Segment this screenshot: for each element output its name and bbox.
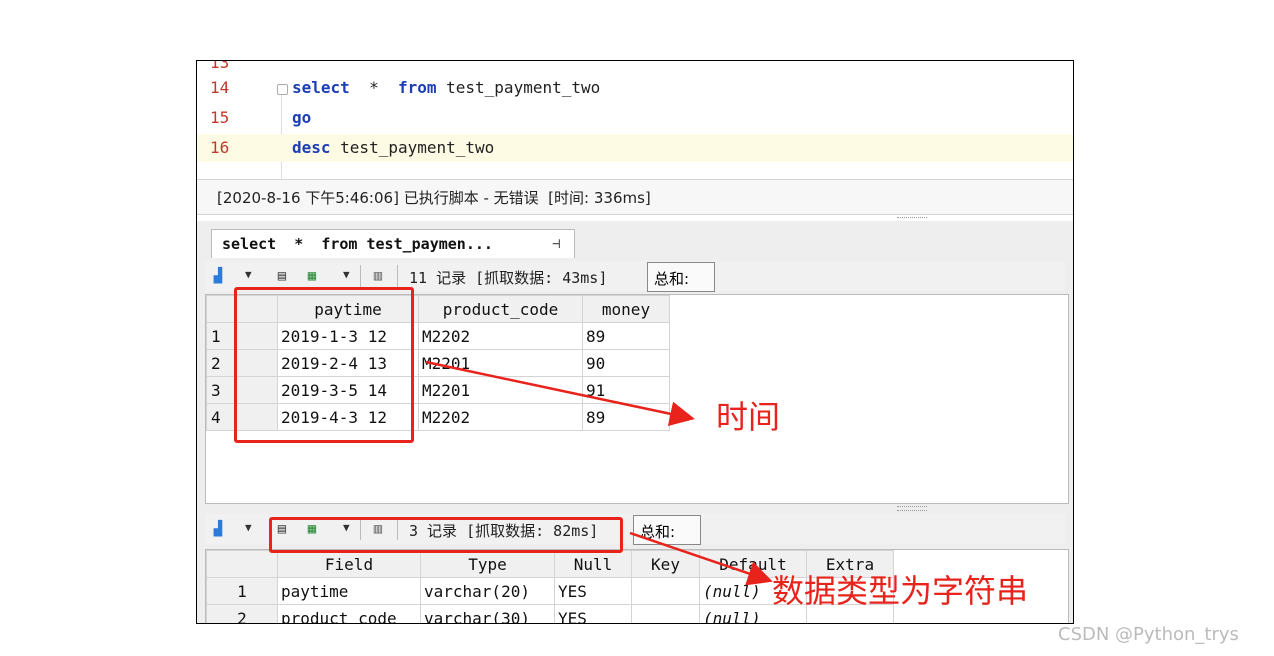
annotation-time: 时间 [716,398,781,436]
annotation-arrows [425,360,773,586]
watermark: CSDN @Python_trys [1058,624,1239,645]
arrow-to-type-label [629,531,773,586]
annotation-type: 数据类型为字符串 [772,572,1029,610]
arrow-to-time-label [425,360,695,427]
